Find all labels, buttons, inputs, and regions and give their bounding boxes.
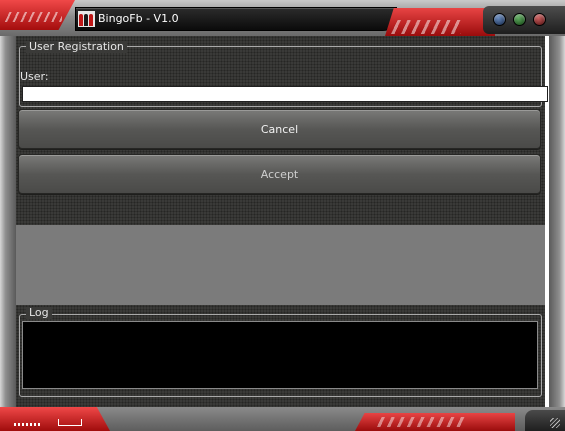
resize-grip-icon[interactable] xyxy=(550,418,560,428)
cancel-button[interactable]: Cancel xyxy=(18,109,541,149)
user-registration-title: User Registration xyxy=(26,41,127,53)
title-bar-left-decoration xyxy=(0,0,75,30)
minimize-orb-icon[interactable] xyxy=(493,13,506,26)
title-bar-caption: BingoFb - V1.0 xyxy=(75,7,397,31)
title-bar-right-decoration xyxy=(385,8,495,36)
user-input[interactable] xyxy=(22,86,548,102)
client-area: User Registration User: Cancel Accept Lo… xyxy=(16,36,548,407)
status-bar-left-decoration xyxy=(0,407,110,431)
log-output[interactable] xyxy=(22,321,538,389)
user-label: User: xyxy=(20,70,49,83)
status-bar-mid-decoration xyxy=(355,413,515,431)
status-bar xyxy=(0,407,565,431)
window-title: BingoFb - V1.0 xyxy=(98,12,179,25)
title-bar[interactable]: BingoFb - V1.0 xyxy=(0,0,565,36)
app-window: BingoFb - V1.0 User Registration User: C… xyxy=(0,0,565,431)
window-right-border xyxy=(549,36,565,407)
app-icon xyxy=(78,11,95,27)
close-orb-icon[interactable] xyxy=(533,13,546,26)
accept-button[interactable]: Accept xyxy=(18,154,541,194)
maximize-orb-icon[interactable] xyxy=(513,13,526,26)
window-controls xyxy=(483,6,565,34)
log-title: Log xyxy=(26,307,52,319)
log-panel: Log xyxy=(16,305,545,407)
status-bar-right-decoration xyxy=(525,410,565,431)
window-left-border xyxy=(0,36,16,407)
user-registration-panel: User Registration User: Cancel Accept xyxy=(16,36,548,225)
empty-content-area xyxy=(16,225,545,305)
